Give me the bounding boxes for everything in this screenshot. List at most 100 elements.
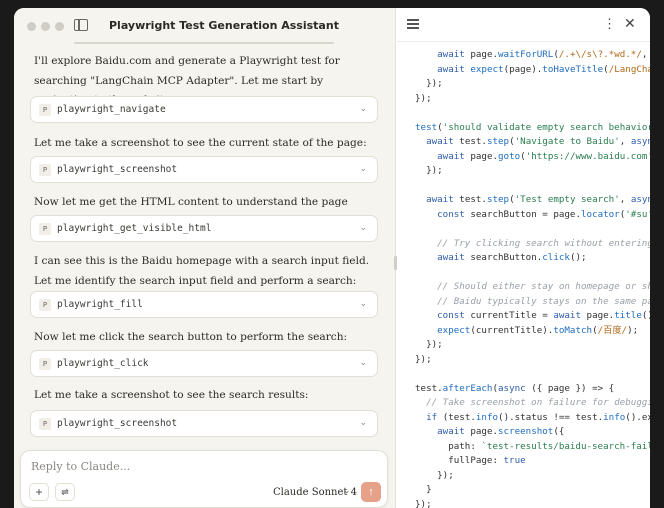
code-line: }); <box>415 353 432 368</box>
window-minimize-dot[interactable] <box>41 22 50 31</box>
tool-badge-icon: P <box>39 418 51 430</box>
assistant-message: Let me take a screenshot to see the curr… <box>34 137 367 149</box>
window-maximize-dot[interactable] <box>55 22 64 31</box>
code-token: page. <box>581 310 615 321</box>
composer: Reply to Claude... + ⇌ Claude Sonnet 4 ⌄… <box>20 450 388 508</box>
code-token: /百度/ <box>597 324 628 336</box>
tool-badge-icon: P <box>39 358 51 370</box>
tool-name: playwright_screenshot <box>57 418 178 429</box>
code-line: }); <box>415 77 443 92</box>
list-icon[interactable] <box>407 19 419 29</box>
code-line: } <box>415 483 432 498</box>
code-token: searchButton. <box>464 252 543 263</box>
artifact-toolbar: ⋮ ✕ <box>397 8 650 42</box>
close-icon[interactable]: ✕ <box>624 15 636 32</box>
code-token: /.+\/s\?.*wd.*/ <box>558 49 642 60</box>
code-token: async <box>630 136 650 147</box>
code-token: test <box>415 121 438 133</box>
chevron-down-icon[interactable]: ⌄ <box>359 163 367 174</box>
add-attachment-button[interactable]: + <box>29 483 49 501</box>
code-token: (currentTitle). <box>470 324 554 336</box>
chevron-down-icon[interactable]: ⌄ <box>359 103 367 114</box>
code-token: click <box>542 252 570 263</box>
tools-settings-button[interactable]: ⇌ <box>55 483 75 501</box>
code-token: ({ page }) => { <box>525 382 615 394</box>
code-line: await page.goto('https://www.baidu.com')… <box>415 150 650 165</box>
code-token: true <box>503 455 526 466</box>
tool-badge-icon: P <box>39 223 51 235</box>
code-token: }); <box>415 353 432 365</box>
chevron-down-icon[interactable]: ⌄ <box>359 222 367 233</box>
code-line: if (test.info().status !== test.info().e… <box>415 411 650 426</box>
chevron-down-icon[interactable]: ⌄ <box>268 17 276 28</box>
tool-call-block[interactable]: Pplaywright_fill ⌄ <box>30 291 378 318</box>
code-token: info <box>475 411 499 423</box>
reply-input[interactable]: Reply to Claude... <box>31 460 130 473</box>
chevron-down-icon[interactable]: ⌄ <box>359 357 367 368</box>
code-line: fullPage: true <box>415 454 526 469</box>
code-line: await test.step('Navigate to Baidu', asy… <box>415 135 650 150</box>
code-token: , { t <box>641 49 648 60</box>
window-close-dot[interactable] <box>27 22 36 31</box>
code-token: (page). <box>503 63 543 75</box>
code-token: }); <box>415 469 454 481</box>
tool-badge-icon: P <box>39 164 51 176</box>
chevron-down-icon[interactable]: ⌄ <box>359 298 367 309</box>
tool-call-block[interactable]: Pplaywright_screenshot ⌄ <box>30 156 378 183</box>
code-token: step <box>486 194 510 205</box>
code-token: await <box>437 252 465 263</box>
code-line: }); <box>415 469 454 484</box>
tool-name: playwright_get_visible_html <box>57 223 212 234</box>
code-token: ().expec <box>625 411 650 423</box>
scroll-indicator <box>74 42 334 44</box>
code-line: }); <box>415 498 432 508</box>
code-token: toMatch <box>553 324 593 336</box>
code-token: if <box>426 411 438 423</box>
code-token: ); <box>627 324 639 336</box>
more-options-icon[interactable]: ⋮ <box>603 16 616 32</box>
code-token: searchButton = page. <box>464 208 581 220</box>
chevron-down-icon[interactable]: ⌄ <box>359 417 367 428</box>
code-token: currentTitle = <box>464 310 554 321</box>
code-line: await page.waitForURL(/.+\/s\?.*wd.*/, {… <box>415 48 650 63</box>
code-line: await page.screenshot({ <box>415 425 564 440</box>
tool-badge-icon: P <box>39 299 51 311</box>
tool-name: playwright_navigate <box>57 104 166 115</box>
code-token: (); <box>569 252 587 263</box>
send-button[interactable]: ↑ <box>361 482 381 502</box>
code-line: }); <box>415 92 432 107</box>
tool-name: playwright_click <box>57 358 149 369</box>
code-token: await <box>426 194 454 205</box>
tool-call-block[interactable]: Pplaywright_navigate ⌄ <box>30 96 378 123</box>
code-token: async <box>630 194 650 205</box>
tool-call-block[interactable]: Pplaywright_click ⌄ <box>30 350 378 377</box>
code-line: await test.step('Test empty search', asy… <box>415 193 650 208</box>
code-token: /LangChain <box>608 63 650 75</box>
tool-call-block[interactable]: Pplaywright_get_visible_html ⌄ <box>30 215 378 242</box>
conversation-title[interactable]: Playwright Test Generation Assistant <box>109 19 339 32</box>
code-line: }); <box>415 164 443 179</box>
code-token: expect <box>437 324 471 336</box>
code-token: await <box>426 136 454 147</box>
code-line: const currentTitle = await page.title(); <box>415 309 650 324</box>
tool-call-block[interactable]: Pplaywright_screenshot ⌄ <box>30 410 378 437</box>
code-token: info <box>603 411 626 423</box>
chat-pane: Playwright Test Generation Assistant ⌄ I… <box>14 8 398 508</box>
code-token: (test. <box>437 411 476 423</box>
sidebar-toggle-icon[interactable] <box>74 19 88 31</box>
assistant-message: Let me take a screenshot to see the sear… <box>34 389 309 401</box>
code-token: expect <box>470 63 504 75</box>
code-token: page. <box>464 150 499 162</box>
code-token: fullPage: <box>415 455 504 466</box>
code-token: } <box>415 484 432 495</box>
code-token: (); <box>641 310 650 321</box>
chevron-down-icon[interactable]: ⌄ <box>343 485 351 496</box>
code-token: // Should either stay on homepage or sho… <box>415 281 650 292</box>
